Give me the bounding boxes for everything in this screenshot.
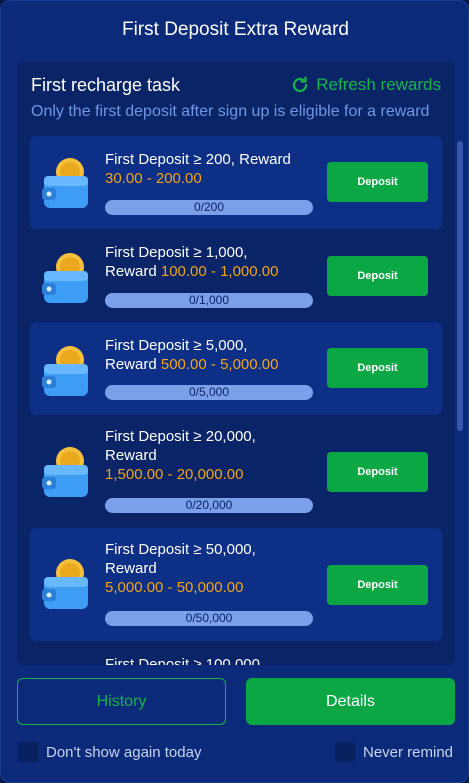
refresh-rewards-button[interactable]: Refresh rewards — [290, 75, 441, 95]
never-remind-label: Never remind — [363, 743, 454, 761]
details-button[interactable]: Details — [246, 678, 455, 725]
modal-title: First Deposit Extra Reward — [121, 19, 349, 40]
never-remind-checkbox[interactable] — [335, 742, 355, 762]
task-reward-label: Reward — [105, 356, 161, 373]
wallet-coin-icon — [42, 447, 88, 497]
dont-show-again-label: Don't show again today — [46, 743, 202, 761]
task-reward-amount: 100.00 - 1,000.00 — [160, 263, 279, 280]
task-reward-amount: 5,000.00 - 50,000.00 — [105, 579, 244, 596]
task-item: First Deposit ≥ 5,000, Reward 500.00 - 5… — [30, 322, 442, 415]
deposit-button[interactable]: Deposit — [327, 452, 428, 492]
task-item: First Deposit ≥ 200, Reward 30.00 - 200.… — [30, 136, 442, 229]
task-requirement: First Deposit ≥ 1,000, — [105, 244, 248, 261]
dont-show-again-checkbox[interactable] — [18, 742, 38, 762]
task-item: First Deposit ≥ 1,000, Reward 100.00 - 1… — [30, 229, 442, 322]
task-progress-bar: 0/50,000 — [105, 611, 313, 626]
task-progress-bar: 0/5,000 — [105, 385, 313, 400]
task-reward-amount: 500.00 - 5,000.00 — [160, 356, 279, 373]
deposit-button[interactable]: Deposit — [327, 348, 428, 388]
deposit-button[interactable]: Deposit — [327, 256, 428, 296]
refresh-rewards-label: Refresh rewards — [316, 75, 441, 94]
wallet-coin-icon — [42, 253, 88, 303]
task-requirement: First Deposit ≥ 5,000, — [105, 337, 248, 354]
task-item: First Deposit ≥ 20,000, Reward 1,500.00 … — [30, 415, 442, 528]
task-progress-bar: 0/200 — [105, 200, 313, 215]
task-reward-amount: 1,500.00 - 20,000.00 — [105, 466, 244, 483]
task-requirement: First Deposit ≥ 20,000, — [105, 428, 256, 445]
deposit-button[interactable]: Deposit — [327, 162, 428, 202]
task-item: First Deposit ≥ 100,000, — [30, 641, 442, 665]
wallet-coin-icon — [42, 346, 88, 396]
history-button[interactable]: History — [17, 678, 226, 725]
wallet-coin-icon — [42, 559, 88, 609]
panel-title: First recharge task — [31, 75, 181, 95]
task-requirement: First Deposit ≥ 50,000, — [105, 541, 256, 558]
task-reward-amount: 30.00 - 200.00 — [105, 170, 202, 187]
wallet-coin-icon — [42, 158, 88, 208]
panel-subtitle: Only the first deposit after sign up is … — [31, 103, 430, 120]
refresh-icon — [293, 76, 308, 93]
task-progress-bar: 0/20,000 — [105, 498, 313, 513]
task-requirement: First Deposit ≥ 200, Reward — [105, 151, 291, 168]
task-reward-label: Reward — [105, 447, 157, 464]
task-item: First Deposit ≥ 50,000, Reward 5,000.00 … — [30, 528, 442, 641]
task-progress-bar: 0/1,000 — [105, 293, 313, 308]
task-reward-label: Reward — [105, 263, 161, 280]
never-remind-option[interactable]: Never remind — [335, 742, 453, 762]
deposit-button[interactable]: Deposit — [327, 565, 428, 605]
task-requirement: First Deposit ≥ 100,000, — [105, 656, 265, 665]
scrollbar-thumb[interactable] — [457, 141, 463, 431]
reward-modal: First Deposit Extra Reward First recharg… — [0, 0, 469, 783]
first-recharge-panel: First recharge task Refresh rewards Only… — [17, 61, 455, 665]
dont-show-again-option[interactable]: Don't show again today — [18, 742, 201, 762]
scrollbar[interactable] — [457, 61, 463, 665]
task-reward-label: Reward — [105, 560, 157, 577]
